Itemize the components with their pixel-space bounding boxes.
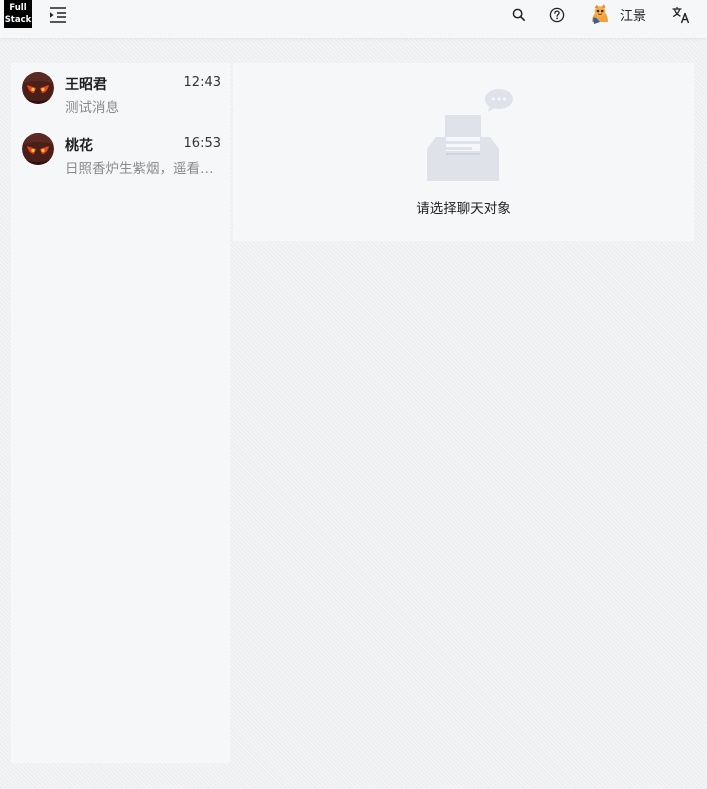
contact-name: 桃花: [65, 138, 93, 154]
translate-icon[interactable]: [671, 5, 691, 25]
message-preview: 测试消息: [65, 100, 119, 116]
logo-line-2: Stack: [4, 15, 32, 25]
conversation-item[interactable]: 桃花 16:53 日照香炉生紫烟，遥看瀑布挂前川: [11, 125, 230, 183]
search-icon[interactable]: [509, 5, 529, 25]
user-menu[interactable]: 江景: [588, 1, 646, 27]
empty-inbox-icon: [426, 87, 524, 183]
message-preview: 日照香炉生紫烟，遥看瀑布挂前川: [65, 161, 217, 177]
top-navbar: Full Stack 江景: [0, 0, 707, 38]
contact-avatar: [22, 133, 54, 165]
message-time: 12:43: [183, 75, 221, 90]
contact-name: 王昭君: [65, 77, 107, 93]
logo-line-1: Full: [9, 3, 27, 13]
contact-avatar: [22, 72, 54, 104]
empty-state-message: 请选择聊天对象: [416, 201, 511, 217]
message-time: 16:53: [183, 136, 221, 151]
question-circle-icon[interactable]: [547, 5, 567, 25]
user-name: 江景: [620, 8, 647, 24]
conversation-item[interactable]: 王昭君 12:43 测试消息: [11, 64, 230, 122]
conversation-list: 王昭君 12:43 测试消息 桃花 16:53 日照香炉生紫烟，遥看瀑布挂前川: [11, 63, 230, 763]
chat-panel: 请选择聊天对象: [233, 63, 694, 241]
menu-fold-icon[interactable]: [48, 5, 68, 25]
app-logo[interactable]: Full Stack: [4, 0, 32, 28]
user-avatar: [588, 2, 612, 26]
